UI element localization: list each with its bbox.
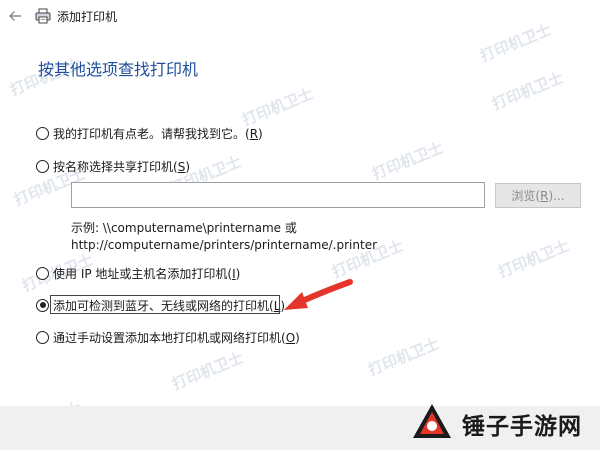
watermark: 打印机卫士: [495, 236, 572, 282]
radio-button[interactable]: [36, 330, 49, 344]
brand-name: 锤子手游网: [462, 414, 582, 440]
radio-button-selected[interactable]: [36, 298, 49, 312]
example-text: 示例: \\computername\printername 或 http://…: [71, 220, 377, 254]
radio-option-manual-settings[interactable]: 通过手动设置添加本地打印机或网络打印机(O): [36, 328, 300, 346]
radio-button[interactable]: [36, 266, 49, 280]
example-line-1: 示例: \\computername\printername 或: [71, 221, 297, 235]
printer-icon: [34, 7, 52, 25]
option-label: 添加可检测到蓝牙、无线或网络的打印机(L): [53, 298, 286, 313]
radio-option-old-printer[interactable]: 我的打印机有点老。请帮我找到它。(R): [36, 124, 263, 142]
shared-printer-name-input[interactable]: [71, 182, 485, 208]
watermark: 打印机卫士: [169, 348, 246, 394]
back-arrow-icon[interactable]: [6, 7, 24, 25]
watermark: 打印机卫士: [369, 138, 446, 184]
watermark: 打印机卫士: [365, 334, 442, 380]
option-label: 我的打印机有点老。请帮我找到它。(R): [53, 126, 263, 141]
example-line-2: http://computername/printers/printername…: [71, 238, 378, 252]
title-bar: 添加打印机: [0, 0, 600, 32]
radio-option-bluetooth-wireless-network[interactable]: 添加可检测到蓝牙、无线或网络的打印机(L): [36, 296, 285, 314]
option-label: 通过手动设置添加本地打印机或网络打印机(O): [53, 330, 300, 345]
option-label: 按名称选择共享打印机(S): [53, 159, 191, 174]
radio-option-ip-address[interactable]: 使用 IP 地址或主机名添加打印机(I): [36, 264, 240, 282]
radio-button[interactable]: [36, 159, 49, 173]
watermark: 打印机卫士: [489, 68, 566, 114]
page-heading: 按其他选项查找打印机: [38, 60, 199, 79]
option-label: 使用 IP 地址或主机名添加打印机(I): [53, 266, 241, 281]
red-arrow-icon: [278, 276, 358, 316]
brand-logo-icon: [408, 400, 456, 448]
brand-watermark: 锤子手游网: [408, 398, 600, 450]
radio-option-shared-printer[interactable]: 按名称选择共享打印机(S): [36, 157, 190, 175]
window-title: 添加打印机: [57, 10, 118, 24]
radio-button[interactable]: [36, 126, 49, 140]
browse-button[interactable]: 浏览(R)...: [495, 183, 581, 208]
